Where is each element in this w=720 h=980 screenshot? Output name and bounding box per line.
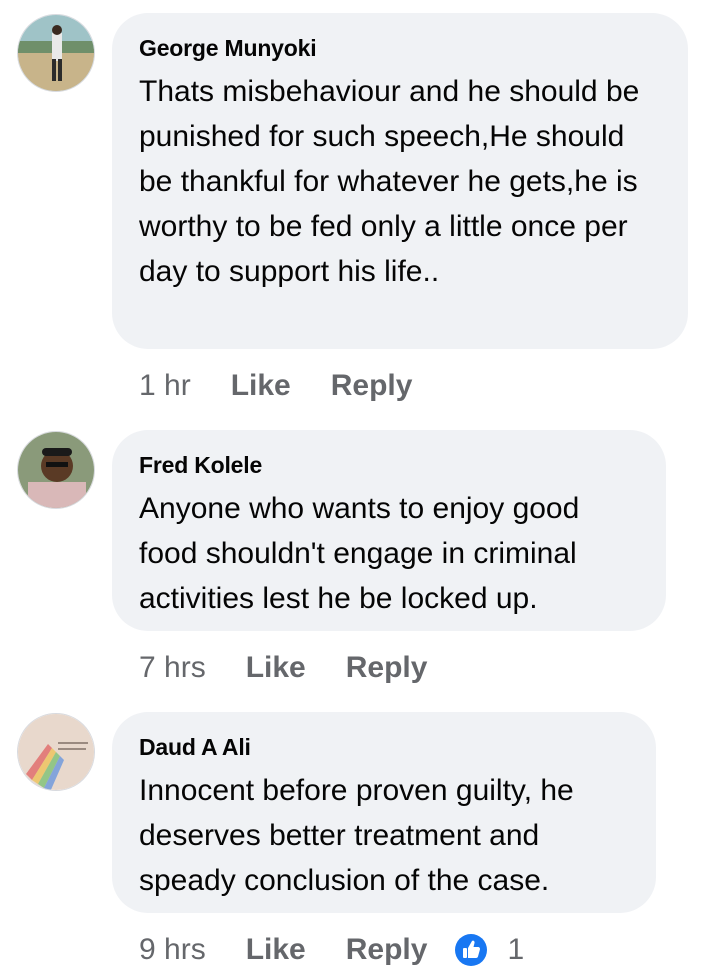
reply-button[interactable]: Reply	[346, 933, 428, 967]
comment-bubble: Daud A Ali Innocent before proven guilty…	[112, 712, 656, 913]
author-name[interactable]: Fred Kolele	[139, 450, 640, 480]
comment-text: Thats misbehaviour and he should be puni…	[139, 75, 640, 288]
like-button[interactable]: Like	[231, 369, 291, 403]
comment-actions: 7 hrs Like Reply	[139, 648, 467, 688]
comment-actions: 9 hrs Like Reply 1	[139, 930, 524, 970]
timestamp[interactable]: 1 hr	[139, 369, 191, 403]
reply-button[interactable]: Reply	[346, 651, 428, 685]
timestamp[interactable]: 7 hrs	[139, 651, 206, 685]
comment-text: Anyone who wants to enjoy good food shou…	[139, 492, 580, 615]
comment-bubble: George Munyoki Thats misbehaviour and he…	[112, 13, 688, 349]
comment-actions: 1 hr Like Reply	[139, 366, 452, 406]
timestamp[interactable]: 9 hrs	[139, 933, 206, 967]
avatar[interactable]	[17, 14, 95, 92]
avatar[interactable]	[17, 431, 95, 509]
reaction-summary[interactable]: 1	[455, 933, 524, 967]
avatar[interactable]	[17, 713, 95, 791]
comment-bubble: Fred Kolele Anyone who wants to enjoy go…	[112, 430, 666, 631]
reaction-count: 1	[507, 933, 525, 966]
author-name[interactable]: George Munyoki	[139, 33, 662, 63]
like-button[interactable]: Like	[246, 651, 306, 685]
reply-button[interactable]: Reply	[331, 369, 413, 403]
comment-text: Innocent before proven guilty, he deserv…	[139, 774, 574, 897]
thumbs-up-icon	[455, 934, 488, 966]
author-name[interactable]: Daud A Ali	[139, 732, 630, 762]
like-button[interactable]: Like	[246, 933, 306, 967]
